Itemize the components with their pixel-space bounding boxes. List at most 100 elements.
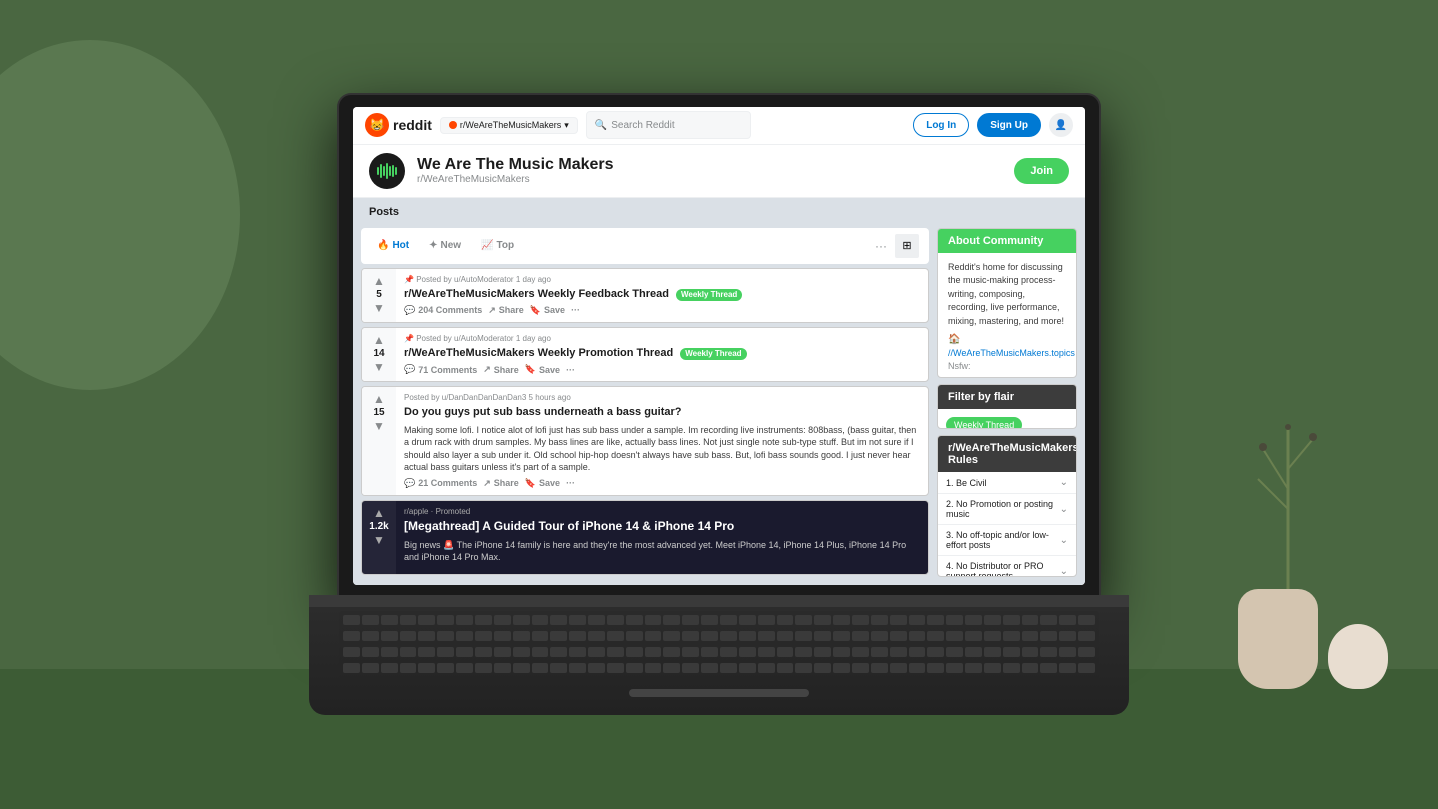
pinned-icon-feedback: 📌 — [404, 275, 414, 284]
more-button-feedback[interactable]: ··· — [571, 305, 580, 315]
keyboard-key — [645, 647, 662, 657]
keyboard-key — [833, 631, 850, 641]
share-icon-feedback: ↗ — [488, 305, 496, 316]
vase-body — [1238, 589, 1318, 689]
keyboard-key — [437, 647, 454, 657]
save-button-promotion[interactable]: 🔖 Save — [525, 364, 560, 375]
filter-flair-card: Filter by flair Weekly Thread — [937, 384, 1077, 430]
upvote-iphone[interactable]: ▲ — [373, 507, 385, 519]
keyboard-key — [362, 663, 379, 673]
sort-hot-button[interactable]: 🔥 Hot — [371, 237, 415, 254]
downvote-feedback[interactable]: ▼ — [373, 302, 385, 314]
keyboard-key — [777, 663, 794, 673]
keyboard-key — [1022, 631, 1039, 641]
save-icon-promotion: 🔖 — [525, 364, 536, 375]
comments-button-bass[interactable]: 💬 21 Comments — [404, 478, 477, 489]
search-bar[interactable]: 🔍 Search Reddit — [586, 111, 751, 139]
login-button[interactable]: Log In — [913, 113, 969, 137]
share-button-feedback[interactable]: ↗ Share — [488, 305, 524, 316]
keyboard-key — [927, 615, 944, 625]
rule-item-4[interactable]: 4. No Distributor or PRO support request… — [938, 556, 1076, 576]
keyboard-key — [1003, 647, 1020, 657]
vase-small — [1328, 624, 1388, 689]
about-link[interactable]: //WeAreTheMusicMakers.topics — [948, 348, 1066, 358]
home-icon: 🏠 — [948, 334, 960, 345]
laptop: 😸 reddit r/WeAreTheMusicMakers ▾ 🔍 Searc… — [309, 95, 1129, 715]
keyboard-key — [739, 663, 756, 673]
keyboard-key — [437, 663, 454, 673]
about-stats: 2.0m Members 392 Online Top — [948, 377, 1066, 378]
keyboard-key — [400, 631, 417, 641]
downvote-promotion[interactable]: ▼ — [373, 361, 385, 373]
keyboard-key — [795, 663, 812, 673]
upvote-feedback[interactable]: ▲ — [373, 275, 385, 287]
keyboard-key — [946, 663, 963, 673]
keyboard-key — [437, 615, 454, 625]
post-actions-promotion: 💬 71 Comments ↗ Share 🔖 — [404, 364, 920, 375]
post-card-iphone: ▲ 1.2k ▼ r/apple · Promoted [Megathread]… — [361, 500, 929, 575]
share-button-bass[interactable]: ↗ Share — [483, 478, 519, 489]
share-button-promotion[interactable]: ↗ Share — [483, 364, 519, 375]
keyboard-key — [833, 647, 850, 657]
sidebar: About Community Reddit's home for discus… — [937, 228, 1077, 577]
keyboard-key — [626, 647, 643, 657]
keyboard-key — [701, 615, 718, 625]
more-button-promotion[interactable]: ··· — [566, 365, 575, 375]
keyboard-key — [927, 647, 944, 657]
rule-item-2[interactable]: 2. No Promotion or posting music ⌄ — [938, 494, 1076, 525]
keyboard-key — [400, 647, 417, 657]
keyboard-key — [343, 647, 360, 657]
flair-tag-weekly[interactable]: Weekly Thread — [946, 417, 1022, 430]
search-placeholder: Search Reddit — [611, 120, 674, 131]
keyboard-key — [494, 615, 511, 625]
rule-item-3[interactable]: 3. No off-topic and/or low-effort posts … — [938, 525, 1076, 556]
post-title-iphone[interactable]: [Megathread] A Guided Tour of iPhone 14 … — [404, 519, 920, 535]
keyboard-key — [720, 631, 737, 641]
comments-button-feedback[interactable]: 💬 204 Comments — [404, 305, 482, 316]
signup-button[interactable]: Sign Up — [977, 113, 1041, 137]
user-icon[interactable]: 👤 — [1049, 113, 1073, 137]
post-content-iphone: Big news 🚨 The iPhone 14 family is here … — [404, 539, 920, 564]
view-toggle-button[interactable]: ⊞ — [895, 234, 919, 258]
post-card-bass: ▲ 15 ▼ Posted by u/DanDanDanDanDan3 5 ho… — [361, 386, 929, 496]
join-button[interactable]: Join — [1014, 158, 1069, 184]
upvote-promotion[interactable]: ▲ — [373, 334, 385, 346]
keyboard-key — [381, 631, 398, 641]
keyboard-key — [1022, 615, 1039, 625]
keyboard-key — [456, 631, 473, 641]
upvote-bass[interactable]: ▲ — [373, 393, 385, 405]
keyboard-key — [795, 647, 812, 657]
keyboard-key — [984, 631, 1001, 641]
soundwave-icon — [377, 163, 397, 179]
keyboard-key — [1022, 663, 1039, 673]
subreddit-pill[interactable]: r/WeAreTheMusicMakers ▾ — [440, 117, 578, 134]
sort-new-button[interactable]: ✦ New — [423, 237, 467, 254]
post-title-feedback[interactable]: r/WeAreTheMusicMakers Weekly Feedback Th… — [404, 287, 920, 301]
share-icon-promotion: ↗ — [483, 364, 491, 375]
rule-item-1[interactable]: 1. Be Civil ⌄ — [938, 472, 1076, 494]
save-button-feedback[interactable]: 🔖 Save — [530, 305, 565, 316]
keyboard-key — [758, 663, 775, 673]
comments-button-promotion[interactable]: 💬 71 Comments — [404, 364, 477, 375]
keyboard-key — [513, 647, 530, 657]
post-card-feedback: ▲ 5 ▼ 📌 Posted by u/AutoModerator 1 day … — [361, 268, 929, 323]
post-meta-text-feedback: Posted by u/AutoModerator 1 day ago — [416, 275, 551, 284]
keyboard-key — [946, 631, 963, 641]
downvote-iphone[interactable]: ▼ — [373, 534, 385, 546]
keyboard-key — [513, 663, 530, 673]
post-title-bass[interactable]: Do you guys put sub bass underneath a ba… — [404, 405, 920, 419]
pinned-icon-promotion: 📌 — [404, 334, 414, 343]
keyboard-key — [946, 615, 963, 625]
downvote-bass[interactable]: ▼ — [373, 420, 385, 432]
promo-label: r/apple · Promoted — [404, 507, 920, 516]
save-button-bass[interactable]: 🔖 Save — [525, 478, 560, 489]
sort-more-button[interactable]: ··· — [875, 239, 887, 253]
more-button-bass[interactable]: ··· — [566, 478, 575, 488]
post-body-bass: Posted by u/DanDanDanDanDan3 5 hours ago… — [396, 387, 928, 495]
keyboard-key — [814, 631, 831, 641]
keyboard-key — [1040, 663, 1057, 673]
keyboard-key — [494, 663, 511, 673]
post-title-promotion[interactable]: r/WeAreTheMusicMakers Weekly Promotion T… — [404, 346, 920, 360]
sort-top-button[interactable]: 📈 Top — [475, 237, 520, 254]
keyboard-key — [833, 615, 850, 625]
